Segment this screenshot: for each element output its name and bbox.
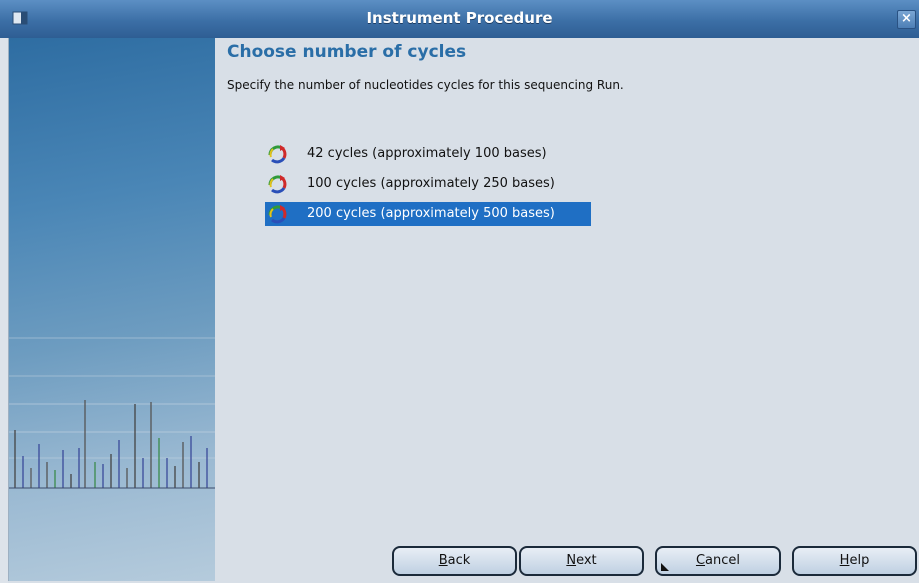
chromatogram-graphic (9, 337, 216, 489)
window-frame (0, 38, 8, 583)
title-bar[interactable]: Instrument Procedure × (0, 0, 919, 38)
cycle-arrows-icon (268, 205, 287, 224)
option-label: 200 cycles (approximately 500 bases) (307, 206, 555, 221)
default-corner-icon (661, 563, 669, 571)
back-button[interactable]: Back (392, 546, 517, 576)
cycle-arrows-icon (268, 175, 287, 194)
page-description: Specify the number of nucleotides cycles… (227, 78, 624, 92)
close-button[interactable]: × (897, 10, 916, 29)
cancel-button[interactable]: Cancel (655, 546, 781, 576)
option-100-cycles[interactable]: 100 cycles (approximately 250 bases) (265, 172, 591, 196)
button-bar: Back Next Cancel Help (215, 546, 919, 581)
cycle-options-list: 42 cycles (approximately 100 bases) 100 … (265, 142, 591, 232)
wizard-window: Instrument Procedure × Choose number of … (0, 0, 919, 583)
help-button[interactable]: Help (792, 546, 917, 576)
wizard-content: Choose number of cycles Specify the numb… (215, 38, 919, 583)
next-button[interactable]: Next (519, 546, 644, 576)
option-200-cycles[interactable]: 200 cycles (approximately 500 bases) (265, 202, 591, 226)
page-title: Choose number of cycles (227, 42, 467, 62)
option-label: 42 cycles (approximately 100 bases) (307, 146, 547, 161)
cycle-arrows-icon (268, 145, 287, 164)
option-label: 100 cycles (approximately 250 bases) (307, 176, 555, 191)
side-banner-image (8, 38, 216, 581)
window-title: Instrument Procedure (366, 9, 553, 27)
option-42-cycles[interactable]: 42 cycles (approximately 100 bases) (265, 142, 591, 166)
